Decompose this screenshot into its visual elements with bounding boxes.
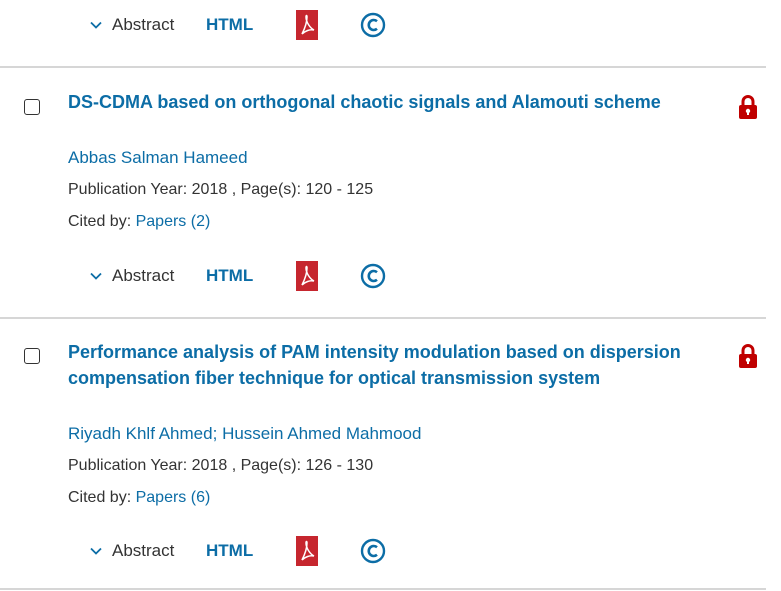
- lock-icon: [739, 344, 757, 368]
- divider: [0, 588, 766, 590]
- actions-row: Abstract HTML: [88, 261, 386, 291]
- publication-info: Publication Year: 2018 , Page(s): 120 - …: [68, 181, 374, 198]
- abstract-toggle[interactable]: Abstract: [88, 541, 206, 561]
- select-checkbox[interactable]: [24, 99, 40, 115]
- copyright-icon[interactable]: [360, 538, 386, 564]
- cited-by: Cited by: Papers (2): [68, 209, 210, 235]
- lock-icon: [739, 95, 757, 119]
- pdf-icon[interactable]: [296, 261, 318, 291]
- authors: Abbas Salman Hameed: [68, 145, 248, 171]
- cited-by-label: Cited by:: [68, 489, 136, 506]
- author-link[interactable]: Riyadh Khlf Ahmed: [68, 424, 213, 443]
- html-link[interactable]: HTML: [206, 266, 296, 286]
- cited-papers-link[interactable]: Papers (6): [136, 489, 211, 506]
- author-link[interactable]: Abbas Salman Hameed: [68, 148, 248, 167]
- actions-row-previous: Abstract HTML: [88, 10, 386, 40]
- article-title[interactable]: Performance analysis of PAM intensity mo…: [68, 339, 688, 391]
- pdf-icon[interactable]: [296, 536, 318, 566]
- abstract-label: Abstract: [112, 541, 175, 560]
- abstract-label: Abstract: [112, 266, 175, 285]
- chevron-down-icon: [90, 272, 102, 280]
- abstract-toggle[interactable]: Abstract: [88, 266, 206, 286]
- publication-info: Publication Year: 2018 , Page(s): 126 - …: [68, 457, 374, 474]
- author-link[interactable]: Hussein Ahmed Mahmood: [222, 424, 421, 443]
- cited-by: Cited by: Papers (6): [68, 485, 210, 511]
- divider: [0, 317, 766, 319]
- copyright-icon[interactable]: [360, 263, 386, 289]
- pdf-icon[interactable]: [296, 10, 318, 40]
- cited-by-label: Cited by:: [68, 213, 136, 230]
- divider: [0, 66, 766, 68]
- select-checkbox[interactable]: [24, 348, 40, 364]
- chevron-down-icon: [90, 547, 102, 555]
- article-title[interactable]: DS-CDMA based on orthogonal chaotic sign…: [68, 89, 688, 115]
- cited-papers-link[interactable]: Papers (2): [136, 213, 211, 230]
- actions-row: Abstract HTML: [88, 536, 386, 566]
- chevron-down-icon: [90, 21, 102, 29]
- html-link[interactable]: HTML: [206, 541, 296, 561]
- html-link[interactable]: HTML: [206, 15, 296, 35]
- search-results-page: Abstract HTML DS-CDMA based on orthogona…: [0, 0, 781, 591]
- copyright-icon[interactable]: [360, 12, 386, 38]
- abstract-label: Abstract: [112, 15, 175, 34]
- authors: Riyadh Khlf Ahmed; Hussein Ahmed Mahmood: [68, 421, 421, 447]
- abstract-toggle[interactable]: Abstract: [88, 15, 206, 35]
